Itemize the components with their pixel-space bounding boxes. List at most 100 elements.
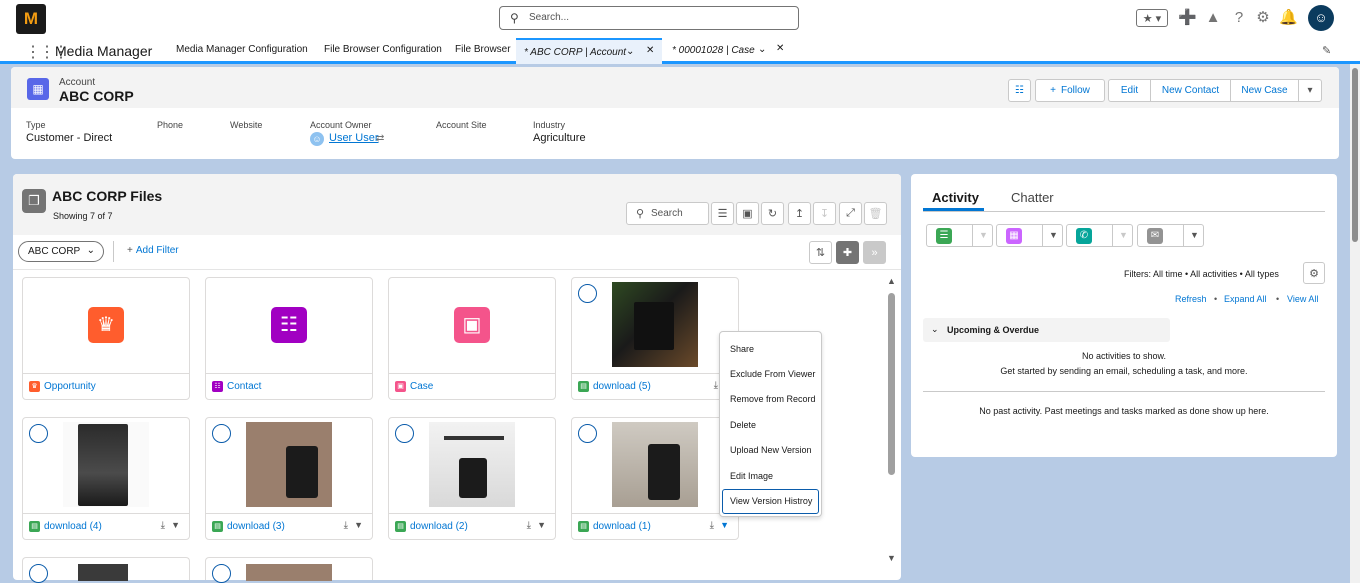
card-name[interactable]: download (5): [593, 381, 651, 392]
download-icon[interactable]: ⤓: [527, 520, 531, 531]
new-case-button[interactable]: New Case: [1230, 79, 1299, 102]
menu-item-edit-image[interactable]: Edit Image: [730, 471, 773, 481]
chevron-down-icon[interactable]: ▼: [1119, 230, 1128, 240]
card-name[interactable]: download (4): [44, 521, 102, 532]
nav-item-file-browser[interactable]: File Browser: [455, 44, 511, 55]
tab-abc-corp-account[interactable]: * ABC CORP | Account ⌄ ✕: [516, 38, 662, 64]
menu-item-upload-new-version[interactable]: Upload New Version: [730, 445, 812, 455]
refresh-link[interactable]: Refresh: [1175, 294, 1207, 304]
chevron-down-icon[interactable]: ⌄: [626, 46, 634, 57]
select-checkbox[interactable]: [395, 424, 414, 443]
download-icon[interactable]: ⤓: [710, 520, 714, 531]
close-icon[interactable]: ✕: [776, 43, 784, 54]
file-card-download-4[interactable]: ▤ download (4) ⤓ ▼: [22, 417, 190, 540]
edit-button[interactable]: Edit: [1108, 79, 1151, 102]
menu-item-delete[interactable]: Delete: [730, 420, 756, 430]
upload-button[interactable]: ↥: [788, 202, 811, 225]
refresh-button[interactable]: ↻: [761, 202, 784, 225]
card-name[interactable]: download (3): [227, 521, 285, 532]
files-search-input[interactable]: ⚲ Search: [626, 202, 709, 225]
scope-dropdown[interactable]: ABC CORP ⌄: [18, 241, 104, 262]
scroll-down-icon[interactable]: ▼: [887, 553, 896, 563]
tab-chatter[interactable]: Chatter: [1011, 190, 1054, 205]
card-name[interactable]: Case: [410, 381, 433, 392]
list-view-button[interactable]: ☰: [711, 202, 734, 225]
file-card-partial[interactable]: [22, 557, 190, 583]
hierarchy-button[interactable]: ☷: [1008, 79, 1031, 102]
download-icon[interactable]: ⤓: [161, 520, 165, 531]
global-search-input[interactable]: ⚲ Search...: [499, 6, 799, 30]
move-folder-button[interactable]: »: [863, 241, 886, 264]
avatar[interactable]: ☺: [1308, 5, 1334, 31]
file-card-download-3[interactable]: ▤ download (3) ⤓ ▼: [205, 417, 373, 540]
nav-item-media-manager-configuration[interactable]: Media Manager Configuration: [176, 44, 308, 55]
nav-item-file-browser-configuration[interactable]: File Browser Configuration: [324, 44, 442, 55]
chevron-down-icon[interactable]: ▼: [537, 520, 546, 530]
sort-button[interactable]: ⇅: [809, 241, 832, 264]
chevron-down-icon[interactable]: ▼: [1049, 230, 1058, 240]
send-email-button[interactable]: ✉ ▼: [1137, 224, 1204, 247]
tab-activity[interactable]: Activity: [932, 190, 979, 205]
log-call-button[interactable]: ✆ ▼: [1066, 224, 1133, 247]
edit-nav-icon[interactable]: ✎: [1322, 44, 1331, 57]
select-checkbox[interactable]: [212, 424, 231, 443]
gear-icon[interactable]: ⚙: [1254, 9, 1272, 27]
new-folder-button[interactable]: ✚: [836, 241, 859, 264]
follow-button[interactable]: + Follow: [1035, 79, 1105, 102]
page-scrollbar-thumb[interactable]: [1352, 68, 1358, 242]
folder-card-contact[interactable]: ☷ ☷ Contact: [205, 277, 373, 400]
upcoming-overdue-section[interactable]: ⌄ Upcoming & Overdue: [923, 318, 1170, 342]
select-checkbox[interactable]: [578, 284, 597, 303]
menu-item-share[interactable]: Share: [730, 344, 754, 354]
menu-item-exclude-from-viewer[interactable]: Exclude From Viewer: [730, 369, 815, 379]
file-card-download-1[interactable]: ▤ download (1) ⤓ ▼: [571, 417, 739, 540]
card-name[interactable]: download (1): [593, 521, 651, 532]
field-value-account-owner[interactable]: User User: [329, 132, 379, 144]
folder-card-case[interactable]: ▣ ▣ Case: [388, 277, 556, 400]
select-checkbox[interactable]: [578, 424, 597, 443]
view-all-link[interactable]: View All: [1287, 294, 1318, 304]
download-icon[interactable]: ⤓: [714, 380, 718, 391]
more-actions-button[interactable]: ▾: [1298, 79, 1322, 102]
card-name[interactable]: Contact: [227, 381, 261, 392]
card-name[interactable]: download (2): [410, 521, 468, 532]
bell-icon[interactable]: 🔔: [1279, 9, 1298, 27]
tab-case[interactable]: * 00001028 | Case ⌄ ✕: [664, 38, 788, 64]
activity-settings-button[interactable]: ⚙: [1303, 262, 1325, 284]
card-name[interactable]: Opportunity: [44, 381, 96, 392]
new-event-button[interactable]: ▦ ▼: [996, 224, 1063, 247]
new-task-button[interactable]: ☰ ▼: [926, 224, 993, 247]
delete-button[interactable]: 🗑: [864, 202, 887, 225]
menu-item-remove-from-record[interactable]: Remove from Record: [730, 394, 816, 404]
download-button[interactable]: ↧: [813, 202, 836, 225]
chevron-down-icon[interactable]: ▼: [979, 230, 988, 240]
folder-card-opportunity[interactable]: ♛ ♛ Opportunity: [22, 277, 190, 400]
select-checkbox[interactable]: [29, 564, 48, 583]
select-checkbox[interactable]: [29, 424, 48, 443]
file-card-partial[interactable]: [205, 557, 373, 583]
chevron-down-icon[interactable]: ▼: [1190, 230, 1199, 240]
chevron-down-icon[interactable]: ⌄: [758, 44, 766, 55]
tile-view-button[interactable]: ▣: [736, 202, 759, 225]
scroll-up-icon[interactable]: ▲: [887, 276, 896, 286]
add-filter-button[interactable]: + Add Filter: [127, 245, 179, 256]
expand-button[interactable]: ⤢: [839, 202, 862, 225]
file-card-download-2[interactable]: ▤ download (2) ⤓ ▼: [388, 417, 556, 540]
files-scrollbar-thumb[interactable]: [888, 293, 895, 475]
new-contact-button[interactable]: New Contact: [1150, 79, 1231, 102]
trailhead-icon[interactable]: ▲: [1204, 9, 1222, 27]
change-owner-icon[interactable]: ⇄: [376, 133, 384, 144]
download-icon[interactable]: ⤓: [344, 520, 348, 531]
favorites-button[interactable]: ★ ▾: [1136, 9, 1168, 27]
select-checkbox[interactable]: [212, 564, 231, 583]
help-icon[interactable]: ?: [1230, 9, 1248, 27]
chevron-down-icon[interactable]: ▼: [171, 520, 180, 530]
expand-all-link[interactable]: Expand All: [1224, 294, 1267, 304]
chevron-down-icon[interactable]: ▼: [720, 520, 729, 530]
download-icon: ↧: [819, 208, 830, 220]
add-icon[interactable]: ➕: [1178, 9, 1197, 27]
close-icon[interactable]: ✕: [646, 45, 654, 56]
chevron-down-icon[interactable]: ▼: [354, 520, 363, 530]
app-logo[interactable]: M: [16, 4, 46, 34]
file-card-download-5[interactable]: ▤ download (5) ⤓: [571, 277, 739, 400]
